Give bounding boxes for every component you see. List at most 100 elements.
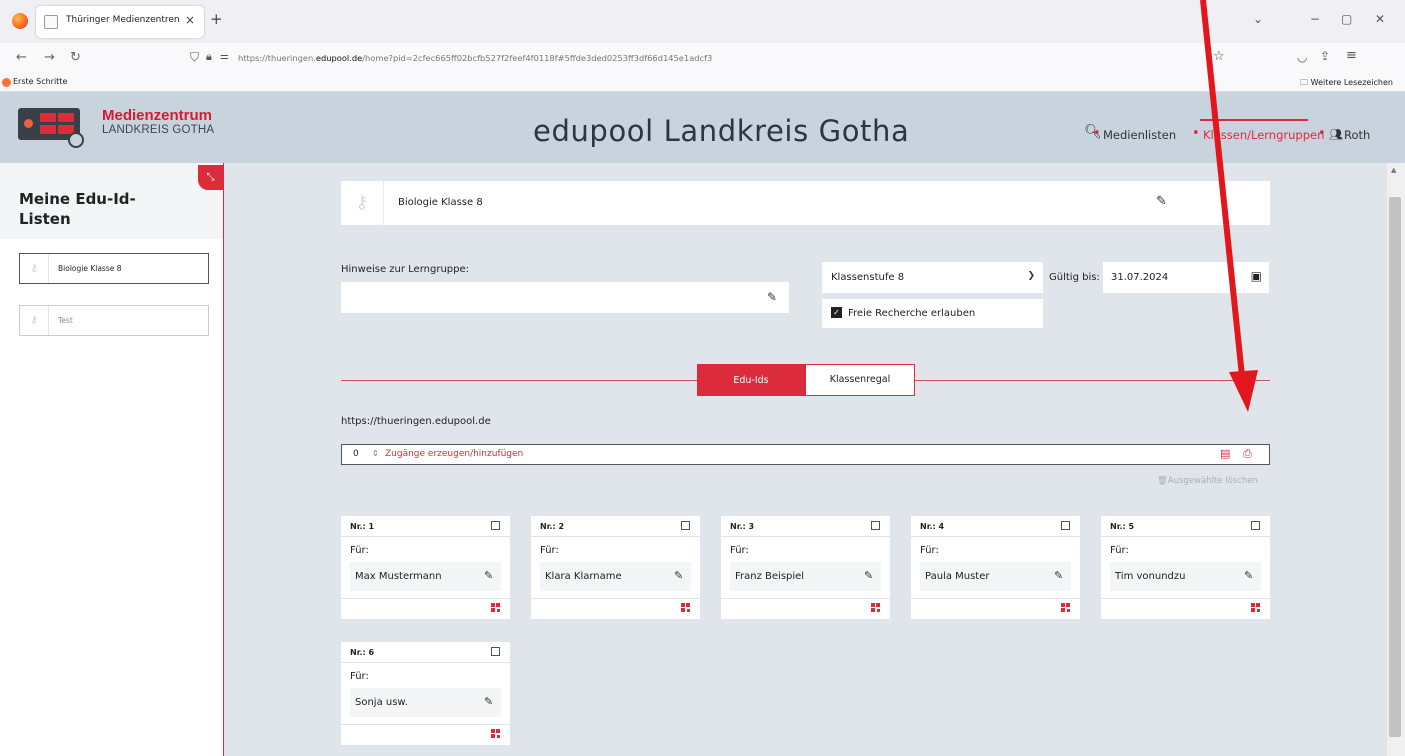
back-arrow-icon[interactable]: ← xyxy=(16,50,27,65)
user-group-icon[interactable]: 👥︎ xyxy=(1329,128,1343,141)
grade-value: Klassenstufe 8 xyxy=(831,272,905,283)
edit-name-icon[interactable]: ✎ xyxy=(1054,569,1063,582)
collapse-sidebar-icon[interactable]: ⤡ xyxy=(198,165,223,190)
lock-icon[interactable]: 🔒︎ xyxy=(206,50,212,64)
edu-id-card: Nr.: 2 Für: Klara Klarname ✎ xyxy=(531,516,700,619)
card-number: Nr.: 2 xyxy=(540,522,565,531)
grade-select[interactable]: Klassenstufe 8 ❯ xyxy=(822,262,1043,293)
medienzentrum-logo-icon[interactable] xyxy=(18,108,88,148)
minimize-icon[interactable]: − xyxy=(1310,12,1320,26)
sidebar-item-test[interactable]: ⚷ Test xyxy=(19,305,209,336)
free-research-box[interactable]: ✓ Freie Recherche erlauben xyxy=(822,299,1043,328)
edit-name-icon[interactable]: ✎ xyxy=(484,569,493,582)
card-name: Paula Muster xyxy=(925,571,990,582)
card-checkbox[interactable] xyxy=(1061,521,1070,530)
qr-code-icon[interactable] xyxy=(491,729,500,738)
tab-klassenregal[interactable]: Klassenregal xyxy=(805,364,915,396)
tracking-shield-icon[interactable]: ⛉ xyxy=(190,50,199,65)
reload-icon[interactable]: ↻ xyxy=(70,50,81,65)
sidebar-item-biologie-klasse-8[interactable]: ⚷ Biologie Klasse 8 xyxy=(19,253,209,284)
edit-name-icon[interactable]: ✎ xyxy=(864,569,873,582)
edit-name-icon[interactable]: ✎ xyxy=(484,695,493,708)
forward-arrow-icon[interactable]: → xyxy=(44,50,55,65)
logo-subtitle: LANDKREIS GOTHA xyxy=(102,124,215,136)
card-checkbox[interactable] xyxy=(681,521,690,530)
card-number: Nr.: 6 xyxy=(350,648,375,657)
nav-media-lists[interactable]: Medienlisten xyxy=(1103,128,1176,142)
card-for-label: Für: xyxy=(920,545,939,556)
bookmark-other-folder[interactable]: 🗀︎ Weitere Lesezeichen xyxy=(1300,77,1393,91)
card-name-row: Tim vonundzu ✎ xyxy=(1110,562,1261,591)
card-name-row: Franz Beispiel ✎ xyxy=(730,562,881,591)
print-icon[interactable]: ⎙ xyxy=(1243,447,1252,461)
card-name: Tim vonundzu xyxy=(1115,571,1186,582)
bookmark-other-label: Weitere Lesezeichen xyxy=(1310,78,1393,87)
tab-list-chevron-icon[interactable]: ⌄ xyxy=(1253,12,1263,26)
nav-classes[interactable]: Klassen/Lerngruppen xyxy=(1203,128,1324,142)
edit-notes-icon[interactable]: ✎ xyxy=(767,290,777,304)
tab-close-icon[interactable]: × xyxy=(185,13,195,27)
sidebar-item-label: Biologie Klasse 8 xyxy=(58,264,122,273)
valid-until-field[interactable]: 31.07.2024 ▣ xyxy=(1103,262,1269,293)
window-close-icon[interactable]: ✕ xyxy=(1375,12,1385,26)
pocket-icon[interactable]: ◡ xyxy=(1297,50,1307,64)
valid-until-value: 31.07.2024 xyxy=(1111,272,1169,283)
browser-tab-bar: Thüringer Medienzentren × + ⌄ − ▢ ✕ xyxy=(0,0,1405,43)
card-number: Nr.: 5 xyxy=(1110,522,1135,531)
card-for-label: Für: xyxy=(350,545,369,556)
edu-id-card: Nr.: 3 Für: Franz Beispiel ✎ xyxy=(721,516,890,619)
sidebar-title: Meine Edu-Id-Listen xyxy=(19,190,136,228)
url-text[interactable]: https://thueringen.edupool.de/home?pid=2… xyxy=(238,53,712,63)
nav-user[interactable]: Roth xyxy=(1344,128,1370,142)
edu-id-card: Nr.: 5 Für: Tim vonundzu ✎ xyxy=(1101,516,1270,619)
scrollbar-thumb[interactable] xyxy=(1389,197,1401,737)
tab-edu-ids[interactable]: Edu-Ids xyxy=(697,364,805,396)
edit-name-icon[interactable]: ✎ xyxy=(674,569,683,582)
qr-code-icon[interactable] xyxy=(681,603,690,612)
qr-code-icon[interactable] xyxy=(491,603,500,612)
logo-title[interactable]: Medienzentrum xyxy=(102,107,212,124)
notes-field[interactable]: ✎ xyxy=(341,282,789,313)
nav-separator: • xyxy=(1093,126,1101,141)
nav-separator: • xyxy=(1318,126,1326,141)
edit-name-icon[interactable]: ✎ xyxy=(1244,569,1253,582)
pdf-icon[interactable]: ▤ xyxy=(1220,447,1230,460)
card-checkbox[interactable] xyxy=(491,647,500,656)
new-tab-button[interactable]: + xyxy=(210,10,223,28)
menu-icon[interactable]: ≡ xyxy=(1346,48,1357,63)
share-icon[interactable]: ⇪ xyxy=(1320,49,1330,63)
delete-selected-button[interactable]: 🗑︎Ausgewählte löschen xyxy=(1157,476,1258,486)
card-number: Nr.: 3 xyxy=(730,522,755,531)
card-number: Nr.: 1 xyxy=(350,522,375,531)
permissions-icon[interactable]: ⚌ xyxy=(220,51,229,62)
list-name-box: ⚷ Biologie Klasse 8 ✎ xyxy=(341,181,1270,225)
chevron-down-icon: ❯ xyxy=(1027,271,1035,281)
firefox-icon[interactable] xyxy=(12,13,28,29)
card-name: Max Mustermann xyxy=(355,571,442,582)
access-count-input[interactable]: 0 xyxy=(353,449,359,459)
calendar-icon[interactable]: ▣ xyxy=(1251,269,1262,283)
bookmark-first-steps[interactable]: Erste Schritte xyxy=(13,77,67,86)
card-checkbox[interactable] xyxy=(871,521,880,530)
sidebar-item-label: Test xyxy=(58,316,73,325)
browser-tab[interactable]: Thüringer Medienzentren × xyxy=(36,6,204,38)
edit-list-name-icon[interactable]: ✎ xyxy=(1156,194,1167,209)
bookmark-star-icon[interactable]: ☆ xyxy=(1213,49,1225,64)
card-name: Klara Klarname xyxy=(545,571,622,582)
notes-label: Hinweise zur Lerngruppe: xyxy=(341,264,469,275)
qr-code-icon[interactable] xyxy=(1251,603,1260,612)
app-header: Medienzentrum LANDKREIS GOTHA edupool La… xyxy=(0,92,1405,163)
card-checkbox[interactable] xyxy=(491,521,500,530)
stepper-icon[interactable]: ⇕ xyxy=(372,449,379,458)
sidebar-header: Meine Edu-Id-Listen ⤡ xyxy=(0,163,223,239)
qr-code-icon[interactable] xyxy=(1061,603,1070,612)
qr-code-icon[interactable] xyxy=(871,603,880,612)
free-research-checkbox[interactable]: ✓ xyxy=(831,307,842,318)
scroll-up-icon[interactable]: ▲ xyxy=(1391,166,1396,174)
generate-access-button[interactable]: Zugänge erzeugen/hinzufügen xyxy=(385,449,523,459)
bookmarks-bar: Erste Schritte 🗀︎ Weitere Lesezeichen xyxy=(0,74,1405,92)
card-checkbox[interactable] xyxy=(1251,521,1260,530)
edu-id-card: Nr.: 6 Für: Sonja usw. ✎ xyxy=(341,642,510,745)
restore-icon[interactable]: ▢ xyxy=(1341,12,1352,26)
valid-until-label: Gültig bis: xyxy=(1049,272,1100,283)
